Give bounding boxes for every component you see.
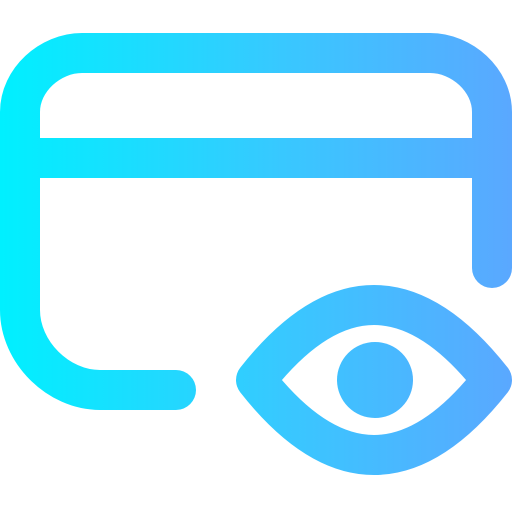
eye-pupil <box>337 342 413 418</box>
credit-card-eye-icon <box>0 33 512 475</box>
icon-canvas <box>0 0 512 512</box>
